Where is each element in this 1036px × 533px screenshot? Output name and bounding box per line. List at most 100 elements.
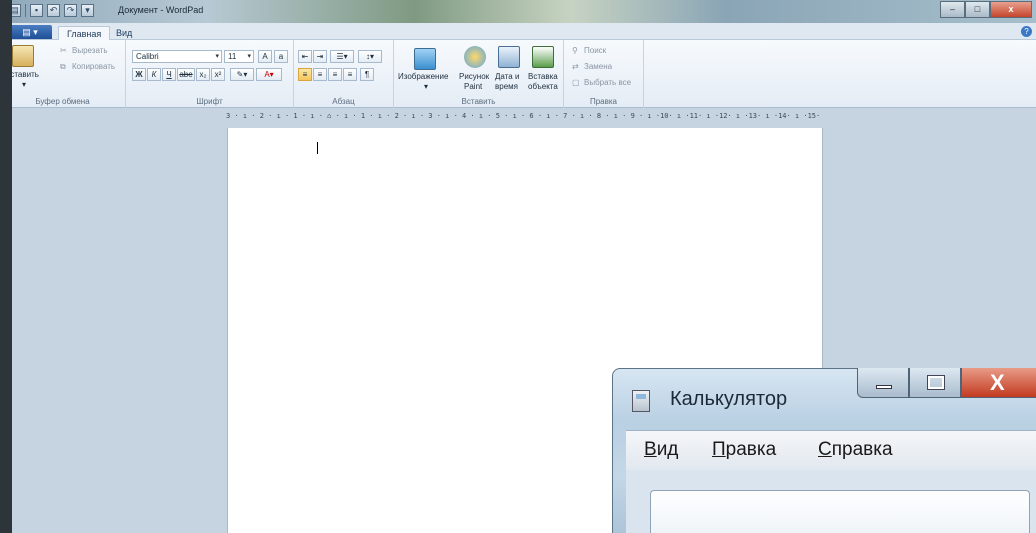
redo-icon[interactable]: ↷	[64, 4, 77, 17]
calculator-display[interactable]	[650, 490, 1030, 533]
ruler[interactable]: 3 · ı · 2 · ı · 1 · ı · ⌂ · ı · 1 · ı · …	[226, 110, 824, 123]
font-family-select[interactable]: Calibri ▾	[132, 50, 222, 63]
replace-icon[interactable]: ⇄	[572, 62, 579, 71]
paste-icon[interactable]	[12, 45, 34, 67]
text-caret	[317, 142, 318, 154]
font-group-label: Шрифт	[196, 97, 223, 106]
clipboard-group-label: Буфер обмена	[35, 97, 90, 106]
cut-button[interactable]: Вырезать	[72, 46, 108, 55]
window-controls: – □ x	[940, 1, 1032, 18]
subscript-button[interactable]: x₂	[196, 68, 210, 81]
highlight-color-button[interactable]: ✎▾	[230, 68, 254, 81]
menu-view-rest: ид	[656, 439, 679, 460]
find-button[interactable]: Поиск	[584, 46, 606, 55]
bullets-icon[interactable]: ☰▾	[330, 50, 354, 63]
chevron-down-icon: ▾	[247, 53, 251, 60]
undo-icon[interactable]: ↶	[47, 4, 60, 17]
superscript-button[interactable]: x²	[211, 68, 225, 81]
desktop: ▤ ▪ ↶ ↷ ▾ Документ - WordPad – □ x ▤ ▾ Г…	[0, 0, 1036, 533]
tab-home[interactable]: Главная	[58, 26, 111, 40]
qat-separator	[25, 4, 26, 17]
calculator-maximize-button[interactable]	[909, 368, 961, 398]
copy-icon[interactable]: ⧉	[60, 62, 66, 72]
maximize-icon	[927, 375, 945, 390]
line-spacing-icon[interactable]: ↕▾	[358, 50, 382, 63]
menu-edit-rest: равка	[725, 439, 777, 460]
insert-image-button[interactable]: Изображение	[398, 72, 448, 81]
paste-dropdown-icon[interactable]: ▾	[22, 80, 26, 89]
menu-edit-accel: П	[712, 439, 726, 460]
increase-indent-icon[interactable]: ⇥	[313, 50, 327, 63]
select-all-button[interactable]: Выбрать все	[584, 78, 631, 87]
tab-view[interactable]: Вид	[108, 26, 140, 40]
align-center-icon[interactable]: ≡	[313, 68, 327, 81]
calculator-menubar: Вид Правка Справка	[626, 430, 1036, 470]
align-left-icon[interactable]: ≡	[298, 68, 312, 81]
font-size-value: 11	[228, 52, 237, 61]
justify-icon[interactable]: ≡	[343, 68, 357, 81]
underline-button[interactable]: Ч	[162, 68, 176, 81]
editing-group-label: Правка	[589, 97, 618, 106]
insert-group: Изображение ▾ Рисунок Paint Дата и время…	[394, 40, 564, 108]
replace-button[interactable]: Замена	[584, 62, 612, 71]
close-icon: X	[990, 370, 1005, 395]
paragraph-group: ⇤ ⇥ ☰▾ ↕▾ ≡ ≡ ≡ ≡ ¶ Абзац	[294, 40, 394, 108]
menu-view-accel: В	[644, 439, 657, 460]
chevron-down-icon: ▾	[215, 53, 219, 60]
customize-qat-icon[interactable]: ▾	[81, 4, 94, 17]
cut-icon[interactable]: ✂	[60, 46, 67, 55]
paragraph-group-label: Абзац	[332, 97, 355, 106]
calendar-icon[interactable]	[498, 46, 520, 68]
calculator-close-button[interactable]: X	[961, 368, 1036, 398]
maximize-button[interactable]: □	[965, 1, 990, 18]
desktop-edge	[0, 0, 12, 533]
menu-help[interactable]: Справка	[818, 439, 893, 461]
minimize-button[interactable]: –	[940, 1, 965, 18]
bold-button[interactable]: Ж	[132, 68, 146, 81]
select-all-icon[interactable]: ▢	[572, 78, 580, 87]
image-dropdown-icon[interactable]: ▾	[424, 82, 428, 91]
editing-group: ⚲ Поиск ⇄ Замена ▢ Выбрать все Правка	[564, 40, 644, 108]
calculator-icon	[632, 390, 650, 412]
grow-font-button[interactable]: A	[258, 50, 272, 63]
font-group: Calibri ▾ 11 ▾ A a Ж К Ч abe x₂ x² ✎▾ A▾ Ш…	[126, 40, 294, 108]
paint-label-2[interactable]: Paint	[464, 82, 482, 91]
wordpad-titlebar[interactable]: ▤ ▪ ↶ ↷ ▾ Документ - WordPad – □ x	[0, 0, 1036, 23]
object-label-1[interactable]: Вставка	[528, 72, 558, 81]
window-title: Документ - WordPad	[118, 5, 204, 15]
minimize-icon	[876, 385, 892, 389]
object-label-2[interactable]: объекта	[528, 82, 558, 91]
paragraph-settings-icon[interactable]: ¶	[360, 68, 374, 81]
decrease-indent-icon[interactable]: ⇤	[298, 50, 312, 63]
calculator-title: Калькулятор	[670, 388, 788, 410]
clipboard-group: Вставить ▾ ✂ Вырезать ⧉ Копировать Буфер…	[0, 40, 126, 108]
quick-access-toolbar: ▤ ▪ ↶ ↷ ▾	[8, 4, 94, 17]
ribbon: Вставить ▾ ✂ Вырезать ⧉ Копировать Буфер…	[0, 40, 1036, 108]
font-size-select[interactable]: 11 ▾	[224, 50, 254, 63]
help-icon[interactable]: ?	[1021, 26, 1032, 37]
date-label-1[interactable]: Дата и	[495, 72, 519, 81]
shrink-font-button[interactable]: a	[274, 50, 288, 63]
align-right-icon[interactable]: ≡	[328, 68, 342, 81]
ribbon-tabs: ▤ ▾ Главная Вид ?	[0, 23, 1036, 40]
paint-icon[interactable]	[464, 46, 486, 68]
menu-help-rest: правка	[831, 439, 893, 460]
save-icon[interactable]: ▪	[30, 4, 43, 17]
copy-button[interactable]: Копировать	[72, 62, 115, 71]
menu-view[interactable]: Вид	[644, 439, 678, 461]
text-color-button[interactable]: A▾	[256, 68, 282, 81]
font-family-value: Calibri	[136, 52, 159, 61]
application-menu-button[interactable]: ▤ ▾	[8, 25, 52, 39]
calculator-minimize-button[interactable]	[857, 368, 909, 398]
italic-button[interactable]: К	[147, 68, 161, 81]
menu-help-accel: С	[818, 439, 832, 460]
object-icon[interactable]	[532, 46, 554, 68]
image-icon[interactable]	[414, 48, 436, 70]
date-label-2[interactable]: время	[495, 82, 518, 91]
paint-label-1[interactable]: Рисунок	[459, 72, 489, 81]
binoculars-icon[interactable]: ⚲	[572, 46, 578, 55]
close-button[interactable]: x	[990, 1, 1032, 18]
menu-edit[interactable]: Правка	[712, 439, 776, 461]
strikethrough-button[interactable]: abe	[177, 68, 195, 81]
insert-group-label: Вставить	[461, 97, 496, 106]
